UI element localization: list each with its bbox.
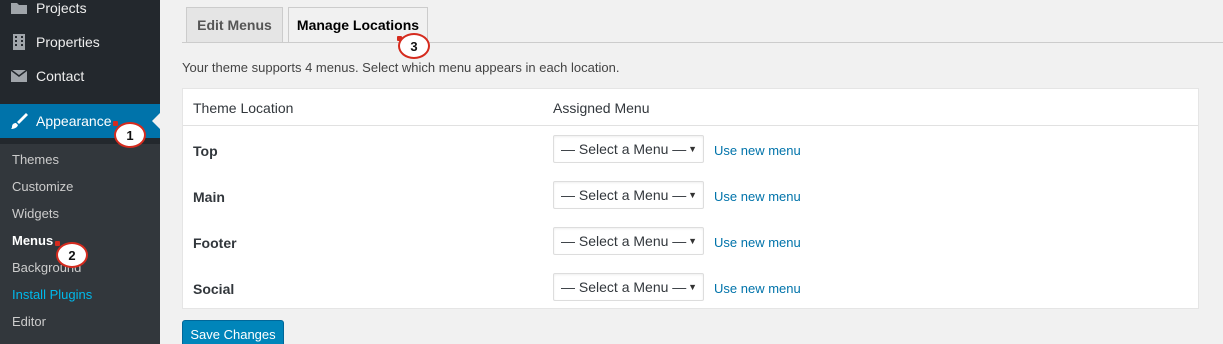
use-new-menu-link-main[interactable]: Use new menu [714,189,801,204]
sidebar-item-properties[interactable]: Properties [0,25,160,59]
table-header: Theme Location Assigned Menu [183,89,1198,126]
tabs-divider [182,42,1223,43]
location-label-top: Top [193,143,218,159]
callout-badge-1: 1 [114,122,146,148]
select-value: — Select a Menu — [561,279,687,295]
caret-down-icon: ▼ [688,144,697,154]
location-label-footer: Footer [193,235,237,251]
menu-select-main[interactable]: — Select a Menu — ▼ [553,181,704,209]
active-indicator [152,113,160,129]
intro-text: Your theme supports 4 menus. Select whic… [182,60,620,75]
menu-select-social[interactable]: — Select a Menu — ▼ [553,273,704,301]
admin-sidebar: Projects Properties Contact Appearance T… [0,0,160,344]
use-new-menu-link-social[interactable]: Use new menu [714,281,801,296]
tab-edit-menus[interactable]: Edit Menus [186,7,283,43]
sidebar-item-contact[interactable]: Contact [0,59,160,93]
caret-down-icon: ▼ [688,236,697,246]
paintbrush-icon [0,104,36,138]
column-header-menu: Assigned Menu [553,100,650,116]
use-new-menu-link-top[interactable]: Use new menu [714,143,801,158]
menu-locations-table: Theme Location Assigned Menu Top — Selec… [182,88,1199,309]
callout-badge-2: 2 [56,242,88,268]
menu-select-footer[interactable]: — Select a Menu — ▼ [553,227,704,255]
sidebar-item-label: Contact [36,68,85,84]
submenu-item-themes[interactable]: Themes [12,151,59,169]
submenu-item-widgets[interactable]: Widgets [12,205,59,223]
select-value: — Select a Menu — [561,233,687,249]
location-label-social: Social [193,281,235,297]
menu-select-top[interactable]: — Select a Menu — ▼ [553,135,704,163]
save-changes-button[interactable]: Save Changes [182,320,284,344]
use-new-menu-link-footer[interactable]: Use new menu [714,235,801,250]
envelope-icon [0,59,36,93]
folder-icon [0,0,36,25]
sidebar-item-label: Appearance [36,113,112,129]
select-value: — Select a Menu — [561,141,687,157]
submenu-item-editor[interactable]: Editor [12,313,46,331]
sidebar-item-label: Properties [36,34,100,50]
location-label-main: Main [193,189,225,205]
submenu-item-customize[interactable]: Customize [12,178,73,196]
sidebar-item-label: Projects [36,0,87,16]
main-content: Edit Menus Manage Locations 3 Your theme… [160,0,1223,344]
callout-badge-3: 3 [398,33,430,59]
column-header-location: Theme Location [193,100,294,116]
sidebar-item-projects[interactable]: Projects [0,0,160,25]
submenu-item-menus[interactable]: Menus [12,232,53,250]
caret-down-icon: ▼ [688,190,697,200]
submenu-item-install-plugins[interactable]: Install Plugins [12,286,92,304]
caret-down-icon: ▼ [688,282,697,292]
building-icon [0,25,36,59]
select-value: — Select a Menu — [561,187,687,203]
